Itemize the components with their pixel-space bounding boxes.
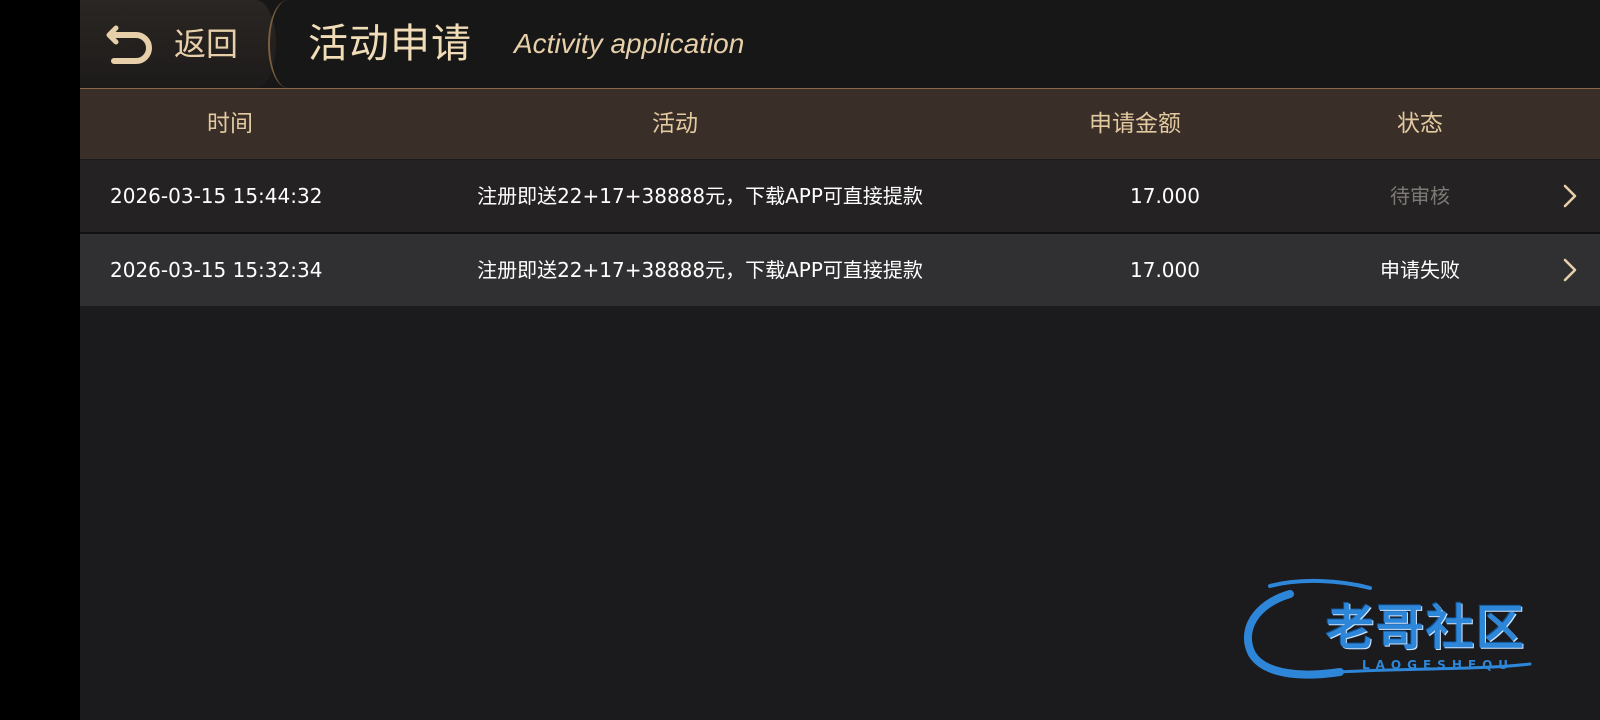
table-header: 时间 活动 申请金额 状态	[80, 89, 1600, 159]
app-window: 返回 活动申请 Activity application 时间 活动 申请金额 …	[80, 0, 1600, 720]
chevron-right-icon[interactable]	[1562, 258, 1578, 282]
column-header-time: 时间	[207, 111, 253, 137]
watermark-logo: 老哥社区 LAOGESHEQU	[1230, 576, 1570, 686]
page-title: 活动申请	[308, 21, 472, 67]
row-status: 待审核	[1390, 184, 1450, 208]
row-time: 2026-03-15 15:44:32	[110, 184, 323, 208]
row-time: 2026-03-15 15:32:34	[110, 258, 323, 282]
back-label: 返回	[174, 25, 239, 63]
column-header-status: 状态	[1397, 111, 1443, 137]
row-amount: 17.000	[1130, 258, 1200, 282]
row-activity: 注册即送22+17+38888元，下载APP可直接提款	[477, 184, 923, 208]
watermark-latin: LAOGESHEQU	[1362, 658, 1515, 672]
table-row[interactable]: 2026-03-15 15:32:34 注册即送22+17+38888元，下载A…	[80, 234, 1600, 306]
back-divider	[268, 0, 290, 88]
page-subtitle: Activity application	[514, 28, 745, 59]
back-button[interactable]: 返回	[80, 0, 276, 88]
top-bar: 返回 活动申请 Activity application	[80, 0, 1600, 89]
column-header-activity: 活动	[652, 111, 698, 137]
undo-arrow-icon	[106, 25, 152, 64]
column-header-amount: 申请金额	[1089, 111, 1181, 137]
watermark-name: 老哥社区	[1326, 600, 1527, 656]
table-row[interactable]: 2026-03-15 15:44:32 注册即送22+17+38888元，下载A…	[80, 160, 1600, 234]
row-amount: 17.000	[1130, 184, 1200, 208]
row-activity: 注册即送22+17+38888元，下载APP可直接提款	[477, 258, 923, 282]
chevron-right-icon[interactable]	[1562, 184, 1578, 208]
row-status: 申请失败	[1380, 258, 1460, 282]
